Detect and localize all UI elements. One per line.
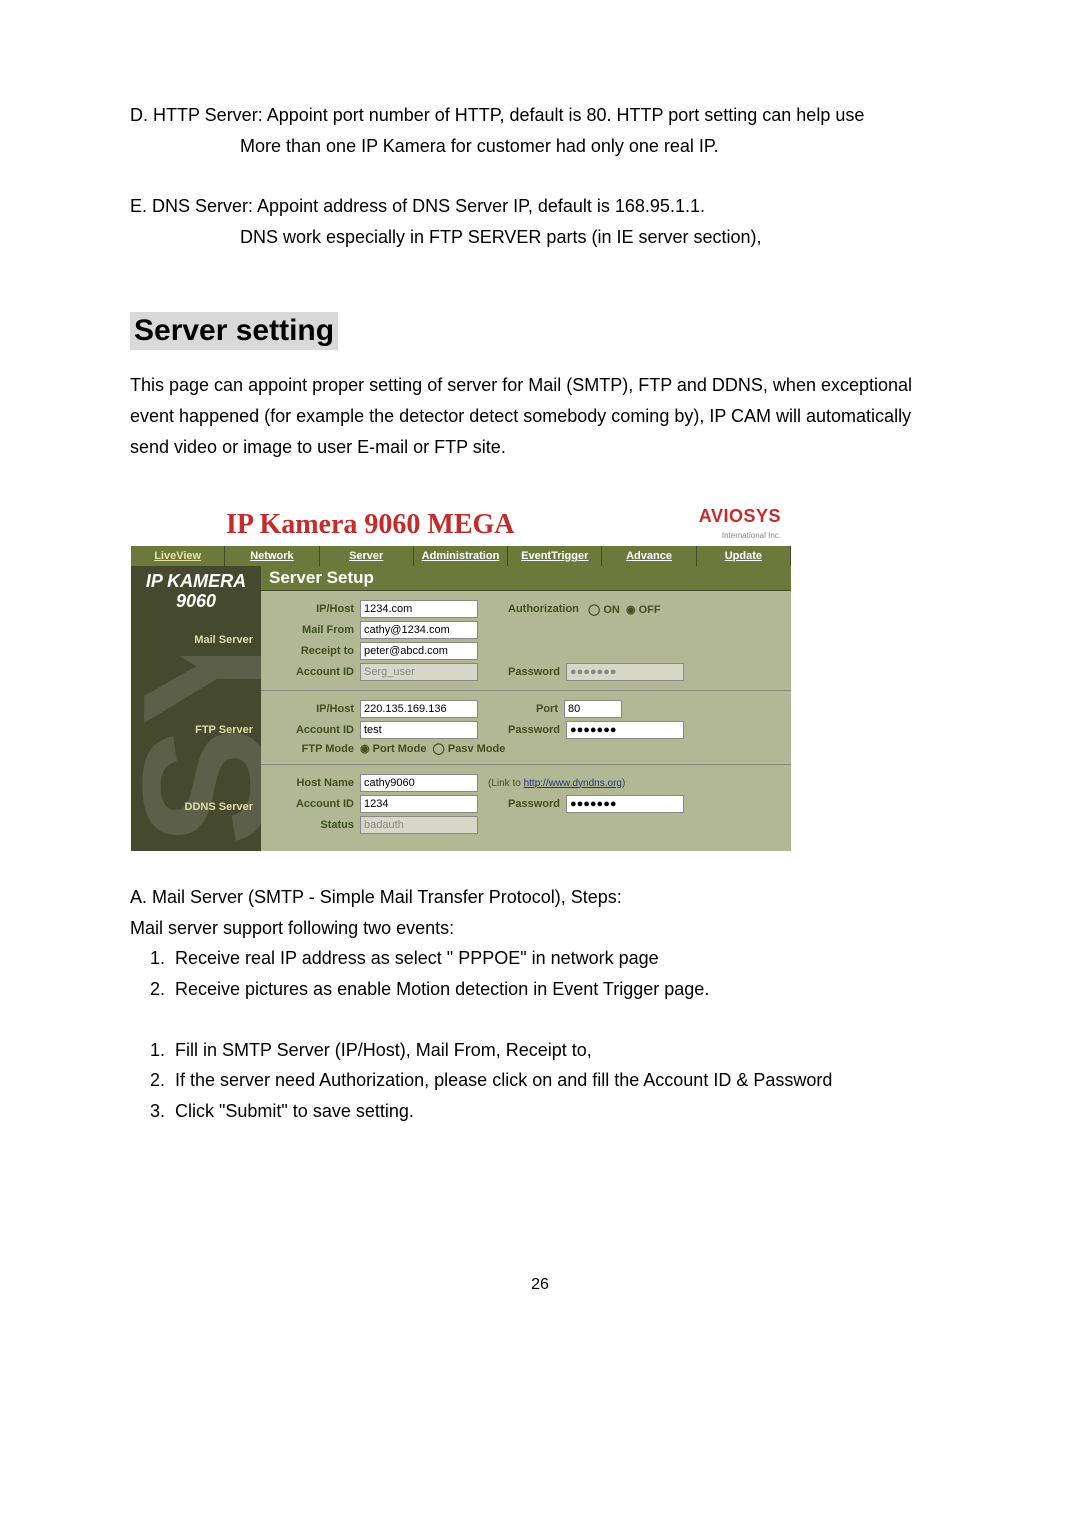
list-item: Receive pictures as enable Motion detect… <box>170 974 950 1005</box>
label-password: Password <box>478 724 566 736</box>
label-pasvmode: Pasv Mode <box>448 743 505 755</box>
ddns-hostname-input[interactable] <box>360 774 478 792</box>
label-account: Account ID <box>269 666 360 678</box>
label-mailfrom: Mail From <box>269 624 360 636</box>
panel-title: Server Setup <box>261 566 791 591</box>
text: More than one IP Kamera for customer had… <box>240 136 719 156</box>
label-authorization: Authorization <box>478 603 585 615</box>
ftp-portmode-radio[interactable]: ◉ Port Mode <box>360 742 426 755</box>
ddns-server-section: Host Name (Link to http://www.dyndns.org… <box>261 765 791 843</box>
label-account: Account ID <box>269 798 360 810</box>
sidebar-title-line1: IP KAMERA <box>146 571 246 591</box>
text: E. DNS Server: Appoint address of DNS Se… <box>130 196 705 216</box>
label-status: Status <box>269 819 360 831</box>
text: ) <box>622 778 625 789</box>
intro-text: This page can appoint proper setting of … <box>130 370 950 462</box>
aviosys-logo: AVIOSYS International Inc. <box>699 507 781 542</box>
sidebar-label-mail: Mail Server <box>131 634 261 646</box>
text: Mail server support following two events… <box>130 918 454 938</box>
dyndns-link-text: (Link to http://www.dyndns.org) <box>478 778 625 789</box>
tab-liveview[interactable]: LiveView <box>131 546 225 566</box>
label-hostname: Host Name <box>269 777 360 789</box>
label-account: Account ID <box>269 724 360 736</box>
label-iphost: IP/Host <box>269 603 360 615</box>
mail-iphost-input[interactable] <box>360 600 478 618</box>
main-panel: Server Setup IP/Host Authorization ◯ ON … <box>261 566 791 851</box>
steps-list: Fill in SMTP Server (IP/Host), Mail From… <box>130 1035 950 1127</box>
label-iphost: IP/Host <box>269 703 360 715</box>
ddns-account-input[interactable] <box>360 795 478 813</box>
ftp-port-input[interactable] <box>564 700 622 718</box>
tab-eventtrigger[interactable]: EventTrigger <box>508 546 602 566</box>
sidebar: IP KAMERA 9060 IOSYS Mail Server FTP Ser… <box>131 566 261 851</box>
text: D. HTTP Server: Appoint port number of H… <box>130 105 864 125</box>
section-heading: Server setting <box>130 312 338 350</box>
mail-account-input[interactable] <box>360 663 478 681</box>
label-portmode: Port Mode <box>373 743 427 755</box>
tab-server[interactable]: Server <box>320 546 414 566</box>
label-ftpmode: FTP Mode <box>269 743 360 755</box>
sidebar-label-ftp: FTP Server <box>131 724 261 736</box>
list-item: Fill in SMTP Server (IP/Host), Mail From… <box>170 1035 950 1066</box>
page-number: 26 <box>130 1276 950 1294</box>
screenshot-title: IP Kamera 9060 MEGA <box>226 509 515 541</box>
server-setup-screenshot: IP Kamera 9060 MEGA AVIOSYS Internationa… <box>130 502 792 852</box>
label-password: Password <box>478 798 566 810</box>
tab-advance[interactable]: Advance <box>602 546 696 566</box>
ftp-pasvmode-radio[interactable]: ◯ Pasv Mode <box>426 742 505 755</box>
tab-row: LiveView Network Server Administration E… <box>131 546 791 566</box>
ftp-password-input[interactable] <box>566 721 684 739</box>
ftp-account-input[interactable] <box>360 721 478 739</box>
label-password: Password <box>478 666 566 678</box>
text: A. Mail Server (SMTP - Simple Mail Trans… <box>130 887 622 907</box>
list-item: Click "Submit" to save setting. <box>170 1096 950 1127</box>
mail-from-input[interactable] <box>360 621 478 639</box>
events-list: Receive real IP address as select " PPPO… <box>130 943 950 1004</box>
logo-text: AVIOSYS <box>699 506 781 526</box>
mail-password-input[interactable] <box>566 663 684 681</box>
ftp-server-section: IP/Host Port Account ID Password FTP Mod… <box>261 691 791 765</box>
logo-subtext: International Inc. <box>722 531 781 540</box>
auth-off-radio[interactable]: ◉ OFF <box>620 603 661 616</box>
mail-server-intro: A. Mail Server (SMTP - Simple Mail Trans… <box>130 882 950 943</box>
auth-on-radio[interactable]: ◯ ON <box>585 603 620 616</box>
tab-administration[interactable]: Administration <box>414 546 508 566</box>
text: (Link to <box>488 778 524 789</box>
label-port: Port <box>478 703 564 715</box>
ddns-status-input <box>360 816 478 834</box>
sidebar-label-ddns: DDNS Server <box>131 801 261 813</box>
ddns-password-input[interactable] <box>566 795 684 813</box>
list-item: Receive real IP address as select " PPPO… <box>170 943 950 974</box>
list-item: If the server need Authorization, please… <box>170 1065 950 1096</box>
paragraph-d: D. HTTP Server: Appoint port number of H… <box>130 100 950 161</box>
sidebar-watermark-icon: IOSYS <box>131 656 261 851</box>
label-on: ON <box>603 604 620 616</box>
label-off: OFF <box>639 604 661 616</box>
ftp-iphost-input[interactable] <box>360 700 478 718</box>
sidebar-title-line2: 9060 <box>176 591 216 611</box>
label-receipt: Receipt to <box>269 645 360 657</box>
tab-update[interactable]: Update <box>697 546 791 566</box>
paragraph-e: E. DNS Server: Appoint address of DNS Se… <box>130 191 950 252</box>
mail-receipt-input[interactable] <box>360 642 478 660</box>
dyndns-link[interactable]: http://www.dyndns.org <box>524 778 622 789</box>
tab-network[interactable]: Network <box>225 546 319 566</box>
svg-text:IOSYS: IOSYS <box>131 656 261 851</box>
mail-server-section: IP/Host Authorization ◯ ON ◉ OFF Mail Fr… <box>261 591 791 691</box>
text: DNS work especially in FTP SERVER parts … <box>240 227 762 247</box>
